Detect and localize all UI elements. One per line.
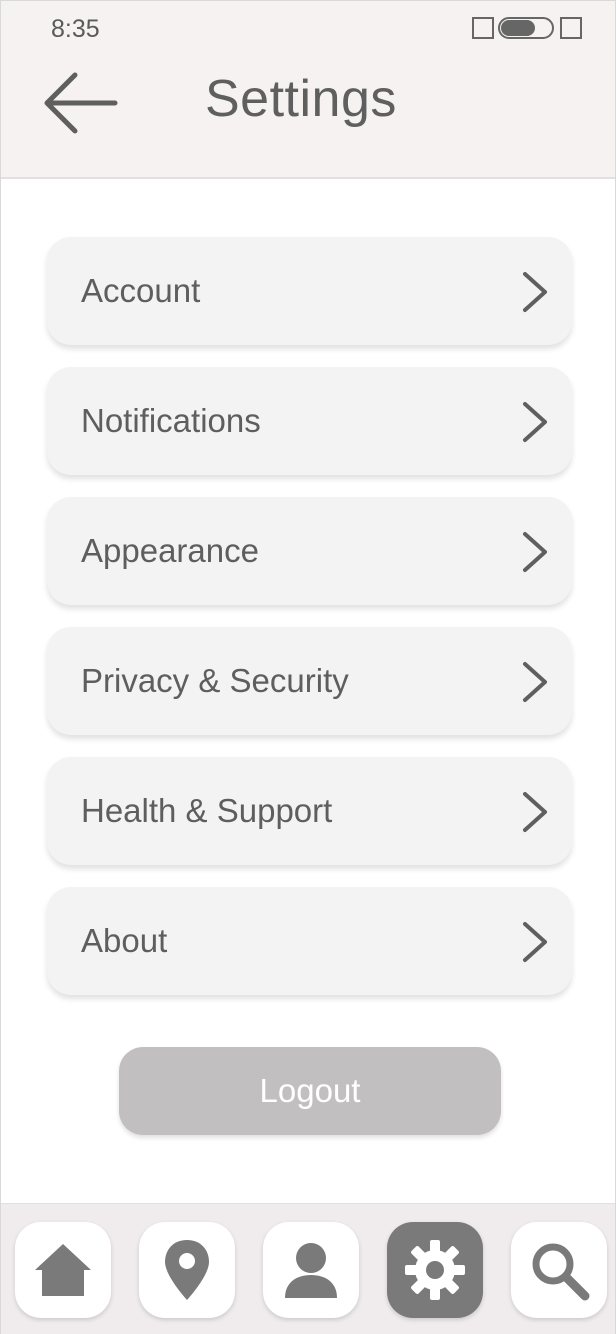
settings-item-appearance[interactable]: Appearance — [47, 497, 572, 605]
settings-item-label: Notifications — [81, 402, 261, 439]
nav-settings-button[interactable] — [387, 1222, 483, 1318]
status-icons — [472, 17, 582, 39]
page-title: Settings — [205, 70, 397, 128]
home-icon — [35, 1244, 91, 1296]
settings-item-label: Appearance — [81, 532, 259, 569]
chevron-right-icon — [523, 402, 547, 442]
chevron-right-icon — [523, 922, 547, 962]
settings-item-notifications[interactable]: Notifications — [47, 367, 572, 475]
location-pin-icon — [165, 1240, 209, 1300]
search-icon — [532, 1243, 590, 1301]
settings-item-label: About — [81, 922, 168, 959]
chevron-right-icon — [523, 272, 547, 312]
user-icon — [285, 1243, 337, 1298]
settings-item-health-support[interactable]: Health & Support — [47, 757, 572, 865]
square-icon — [560, 17, 582, 39]
settings-item-privacy-security[interactable]: Privacy & Security — [47, 627, 572, 735]
chevron-right-icon — [523, 662, 547, 702]
settings-item-account[interactable]: Account — [47, 237, 572, 345]
back-button[interactable] — [41, 67, 121, 139]
app-screen: 8:35 Settings Account Notifications Appe… — [0, 0, 616, 1334]
arrow-left-icon — [44, 72, 118, 134]
nav-location-button[interactable] — [139, 1222, 235, 1318]
logout-button[interactable]: Logout — [119, 1047, 501, 1135]
header: 8:35 Settings — [1, 1, 615, 179]
square-icon — [472, 17, 494, 39]
chevron-right-icon — [523, 532, 547, 572]
settings-list: Account Notifications Appearance Privacy… — [47, 237, 572, 1017]
settings-item-label: Privacy & Security — [81, 662, 349, 699]
settings-item-label: Account — [81, 272, 201, 309]
status-time: 8:35 — [51, 15, 100, 43]
nav-home-button[interactable] — [15, 1222, 111, 1318]
gear-icon — [405, 1240, 465, 1300]
chevron-right-icon — [523, 792, 547, 832]
nav-profile-button[interactable] — [263, 1222, 359, 1318]
settings-item-about[interactable]: About — [47, 887, 572, 995]
nav-search-button[interactable] — [511, 1222, 607, 1318]
settings-item-label: Health & Support — [81, 792, 333, 829]
bottom-nav — [1, 1203, 615, 1334]
toggle-icon — [498, 17, 554, 39]
